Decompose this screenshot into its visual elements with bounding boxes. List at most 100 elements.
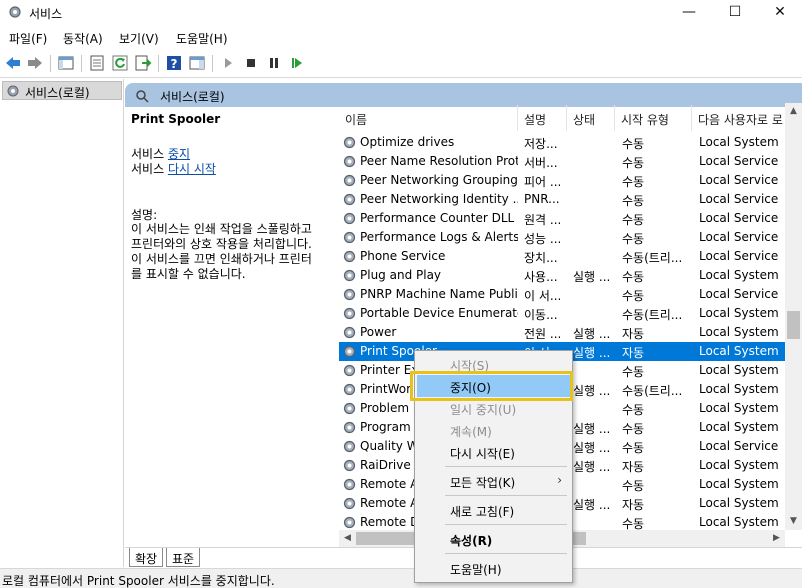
service-logon-as: Local Service	[699, 249, 779, 263]
service-row[interactable]: Portable Device Enumerato... 이동... 수동(트리..…	[339, 304, 785, 323]
tree-item-services-local[interactable]: 서비스(로컬)	[2, 81, 122, 100]
toolbar: ?	[0, 50, 802, 78]
start-service-icon[interactable]	[219, 54, 237, 72]
title-bar: 서비스 — ☐ ✕	[0, 0, 802, 26]
pause-service-icon[interactable]	[265, 54, 283, 72]
column-header-startup-type[interactable]: 시작 유형	[615, 103, 691, 133]
service-logon-as: Local Service	[699, 173, 779, 187]
context-menu-item[interactable]: 속성(R)	[417, 528, 570, 550]
column-header-status[interactable]: 상태	[567, 103, 614, 133]
scroll-thumb[interactable]	[787, 311, 800, 339]
service-startup-type: 자동	[622, 327, 645, 341]
stop-service-icon[interactable]	[242, 54, 260, 72]
scroll-down-icon[interactable]: ▼	[785, 513, 802, 530]
show-hide-tree-icon[interactable]	[57, 54, 75, 72]
service-gear-icon	[342, 477, 357, 492]
status-bar: 로컬 컴퓨터에서 Print Spooler 서비스를 중지합니다.	[0, 568, 802, 588]
service-startup-type: 수동	[622, 194, 645, 208]
column-header-label: 다음 사용자로 로	[698, 113, 783, 127]
service-logon-as: Local System	[699, 496, 779, 510]
service-startup-type: 자동	[622, 346, 645, 360]
service-logon-as: Local System	[699, 344, 779, 358]
restart-service-link[interactable]: 다시 시작	[168, 162, 216, 176]
service-row[interactable]: Performance Logs & Alerts 성능 ... 수동 Local S…	[339, 228, 785, 247]
content-header-label: 서비스(로컬)	[160, 90, 225, 104]
menu-action[interactable]: 동작(A)	[63, 30, 103, 47]
vertical-scrollbar[interactable]: ▲ ▼	[785, 103, 802, 530]
service-row[interactable]: Peer Networking Grouping 피어 ... 수동 Local Se…	[339, 171, 785, 190]
column-header-description[interactable]: 설명	[518, 103, 566, 133]
service-gear-icon	[342, 230, 357, 245]
tree-item-label: 서비스(로컬)	[25, 86, 90, 100]
tab-standard[interactable]: 표준	[166, 548, 201, 567]
service-row[interactable]: Plug and Play 사용... 실행 ... 수동 Local System	[339, 266, 785, 285]
service-name: Performance Counter DLL ...	[360, 211, 518, 225]
forward-arrow-icon[interactable]	[26, 54, 44, 72]
service-startup-type: 수동	[622, 365, 645, 379]
service-startup-type: 수동	[622, 175, 645, 189]
service-gear-icon	[342, 268, 357, 283]
stop-service-link[interactable]: 중지	[168, 147, 190, 161]
service-startup-type: 수동	[622, 441, 645, 455]
menu-separator	[445, 553, 567, 554]
service-gear-icon	[342, 439, 357, 454]
service-row[interactable]: Performance Counter DLL ... 원격 ... 수동 Local…	[339, 209, 785, 228]
context-menu-item: 계속(M)	[417, 419, 570, 441]
menu-separator	[445, 495, 567, 496]
service-startup-type: 수동	[622, 137, 645, 151]
export-list-icon[interactable]	[134, 54, 152, 72]
show-hide-action-pane-icon[interactable]	[188, 54, 206, 72]
context-menu-item[interactable]: 도움말(H)	[417, 557, 570, 579]
context-menu-item[interactable]: 다시 시작(E)	[417, 441, 570, 463]
service-gear-icon	[342, 382, 357, 397]
service-logon-as: Local System	[699, 401, 779, 415]
tab-extended[interactable]: 확장	[129, 548, 164, 567]
service-name: Plug and Play	[360, 268, 442, 282]
service-gear-icon	[342, 211, 357, 226]
service-row[interactable]: Power 전원 ... 실행 ... 자동 Local System	[339, 323, 785, 342]
service-row[interactable]: Peer Networking Identity ... PNR... 수동 Loca…	[339, 190, 785, 209]
column-header-logon-as[interactable]: 다음 사용자로 로	[692, 103, 785, 133]
refresh-icon[interactable]	[111, 54, 129, 72]
service-logon-as: Local Service	[699, 230, 779, 244]
menu-help[interactable]: 도움말(H)	[176, 30, 228, 47]
menu-file[interactable]: 파일(F)	[9, 30, 47, 47]
service-name: Peer Networking Identity ...	[360, 192, 518, 206]
service-description: PNR...	[524, 192, 560, 206]
service-gear-icon	[342, 420, 357, 435]
context-menu-item[interactable]: 모든 작업(K) ›	[417, 470, 570, 492]
service-row[interactable]: Peer Name Resolution Prot... 서버... 수동 Local…	[339, 152, 785, 171]
maximize-button[interactable]: ☐	[712, 0, 758, 26]
service-gear-icon	[342, 496, 357, 511]
service-logon-as: Local System	[699, 306, 779, 320]
service-name: Phone Service	[360, 249, 446, 263]
help-icon[interactable]: ?	[165, 54, 183, 72]
close-button[interactable]: ✕	[757, 0, 802, 26]
service-logon-as: Local System	[699, 135, 779, 149]
menu-view[interactable]: 보기(V)	[119, 30, 159, 47]
service-name: Power	[360, 325, 397, 339]
scroll-up-icon[interactable]: ▲	[785, 103, 802, 120]
service-row[interactable]: Phone Service 장치... 수동(트리... Local Service	[339, 247, 785, 266]
service-status: 실행 ...	[573, 498, 611, 512]
scroll-left-icon[interactable]: ◀	[339, 530, 356, 547]
minimize-button[interactable]: —	[666, 0, 712, 26]
service-row[interactable]: Optimize drives 저장... 수동 Local System	[339, 133, 785, 152]
context-menu-item-label: 속성(R)	[450, 534, 493, 548]
column-header-name[interactable]: 이름 ^	[339, 103, 517, 133]
properties-icon[interactable]	[88, 54, 106, 72]
toolbar-separator	[81, 55, 82, 72]
service-gear-icon	[342, 249, 357, 264]
restart-service-icon[interactable]	[288, 54, 306, 72]
window-title: 서비스	[29, 7, 63, 21]
menu-bar: 파일(F) 동작(A) 보기(V) 도움말(H)	[0, 27, 802, 49]
service-gear-icon	[342, 154, 357, 169]
service-startup-type: 수동	[622, 156, 645, 170]
service-row[interactable]: PNRP Machine Name Publi... 이 서... 수동 Local …	[339, 285, 785, 304]
context-menu-item-label: 모든 작업(K)	[450, 476, 516, 490]
context-menu-item[interactable]: 새로 고침(F)	[417, 499, 570, 521]
service-startup-type: 자동	[622, 460, 645, 474]
back-arrow-icon[interactable]	[4, 54, 22, 72]
service-logon-as: Local System	[699, 325, 779, 339]
scroll-right-icon[interactable]: ▶	[768, 530, 785, 547]
